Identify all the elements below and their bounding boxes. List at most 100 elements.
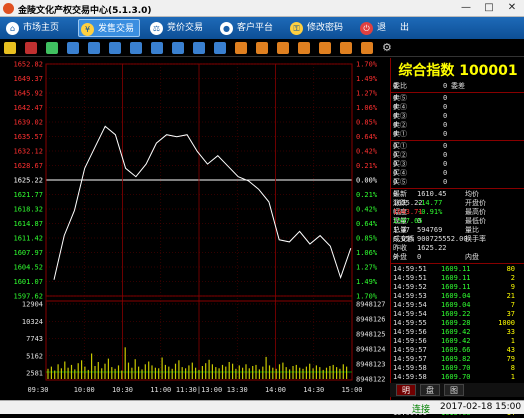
trade-time: 14:59:54: [393, 301, 427, 309]
trade-row: 14:59:54 1609.04 7: [393, 301, 523, 310]
order-value2: 0: [393, 82, 398, 90]
doc2-icon[interactable]: [235, 42, 247, 54]
doc5-icon[interactable]: [298, 42, 310, 54]
price-tick-right: 1.70%: [356, 293, 378, 301]
price-tick-right: 1.06%: [356, 104, 378, 112]
b-key-icon[interactable]: [193, 42, 205, 54]
quote-value: 1625.22: [417, 244, 447, 252]
order-row: 买④ 0 0: [393, 169, 523, 178]
menu-label: 退: [377, 23, 387, 33]
order-row: 卖② 0 0: [393, 121, 523, 130]
price-tick-right: 1.06%: [356, 249, 378, 257]
trade-volume: 8: [510, 364, 515, 372]
doc4-icon[interactable]: [277, 42, 289, 54]
trade-row: 14:59:53 1609.04 21: [393, 292, 523, 301]
price-tick-left: 1601.07: [13, 278, 43, 286]
price-tick-left: 1642.47: [13, 104, 43, 112]
line-chart-icon[interactable]: [25, 42, 37, 54]
trade-time: 14:59:57: [393, 346, 427, 354]
quote-row: 最新 1610.45 均价 0: [393, 190, 523, 199]
intraday-chart[interactable]: 1652.82 1.70% 1649.37 1.49% 1645.92 1.27% 1642…: [0, 58, 390, 400]
table-icon[interactable]: [109, 42, 121, 54]
doc8-icon[interactable]: [361, 42, 373, 54]
price-tick-left: 1621.77: [13, 191, 43, 199]
tab-detail[interactable]: 明: [396, 384, 416, 396]
order-value: 0: [443, 94, 448, 102]
doc3-icon[interactable]: [256, 42, 268, 54]
app-icon: [3, 3, 14, 14]
trade-volume: 43: [506, 346, 515, 354]
volume-tick-left: 10324: [22, 318, 43, 326]
bar-chart-icon[interactable]: [4, 42, 16, 54]
window-title: 金陵文化产权交易中心(5.1.3.0): [18, 6, 152, 16]
price-tick-right: 0.64%: [356, 220, 378, 228]
gear-icon[interactable]: ⚙: [382, 42, 394, 54]
price-line: [53, 125, 352, 280]
price-tick-left: 1632.12: [13, 148, 43, 156]
order-value2: 0: [393, 103, 398, 111]
menu-issue-trade[interactable]: ¥ 发售交易: [78, 19, 140, 37]
trade-time: 14:59:56: [393, 328, 427, 336]
price-tick-left: 1614.87: [13, 220, 43, 228]
volume-tick-right: 8948127: [356, 301, 386, 309]
order-value: 0: [443, 169, 448, 177]
key-icon: ⚿: [290, 22, 303, 35]
quote-label2: 均价: [465, 190, 479, 198]
volume-tick-right: 8948123: [356, 361, 386, 369]
doc7-icon[interactable]: [340, 42, 352, 54]
tab-chart[interactable]: 图: [444, 384, 464, 396]
page-icon[interactable]: [130, 42, 142, 54]
price-tick-right: 1.70%: [356, 61, 378, 69]
trade-price: 1609.04: [441, 301, 471, 309]
price-tick-left: 1649.37: [13, 75, 43, 83]
price-tick-left: 1618.32: [13, 206, 43, 214]
menu-label: 发售交易: [98, 24, 135, 34]
trade-price: 1609.66: [441, 346, 471, 354]
trade-volume: 2: [510, 274, 515, 282]
trade-time: 14:59:55: [393, 319, 427, 327]
arrows-icon[interactable]: [46, 42, 58, 54]
price-tick-left: 1607.97: [13, 249, 43, 257]
trade-row: 14:59:56 1609.42 33: [393, 328, 523, 337]
minimize-button[interactable]: —: [455, 1, 477, 15]
trade-row: 14:59:57 1609.66 43: [393, 346, 523, 355]
price-tick-right: 1.49%: [356, 278, 378, 286]
list-icon[interactable]: [67, 42, 79, 54]
maximize-button[interactable]: □: [478, 1, 500, 15]
price-tick-right: 1.27%: [356, 264, 378, 272]
order-row: 卖① 0 0: [393, 130, 523, 139]
volume-tick-left: 5162: [26, 352, 43, 360]
trade-row: 14:59:54 1609.22 37: [393, 310, 523, 319]
auction-icon: ⚖: [150, 22, 163, 35]
close-button[interactable]: ✕: [501, 1, 523, 15]
f-key-icon[interactable]: [172, 42, 184, 54]
tab-orderbook[interactable]: 盘: [420, 384, 440, 396]
menu-client-platform[interactable]: ● 客户平台: [218, 19, 280, 37]
menu-label: 市场主页: [23, 23, 60, 33]
menu-label: 出: [400, 23, 410, 33]
menu-exit[interactable]: ⏻ 退: [358, 19, 398, 37]
menu-change-password[interactable]: ⚿ 修改密码: [288, 19, 350, 37]
order-value2: 0: [393, 142, 398, 150]
trade-time: 14:59:57: [393, 355, 427, 363]
volume-tick-left: 2581: [26, 370, 43, 378]
order-value2: 0: [393, 112, 398, 120]
order-value2: 0: [393, 178, 398, 186]
e-key-icon[interactable]: [214, 42, 226, 54]
quote-row: 外盘 0 内盘 0: [393, 253, 523, 262]
quote-value2: 1597.65: [393, 217, 423, 225]
quote-label2: 内盘: [465, 253, 479, 261]
doc6-icon[interactable]: [319, 42, 331, 54]
price-tick-right: 0.21%: [356, 162, 378, 170]
trade-time: 14:59:51: [393, 274, 427, 282]
menu-market-home[interactable]: ⌂ 市场主页: [4, 19, 72, 37]
order-value2: 0: [393, 151, 398, 159]
grid-icon[interactable]: [88, 42, 100, 54]
quote-value2: 1625.22: [393, 199, 423, 207]
menu-exit-2[interactable]: 出: [396, 19, 426, 37]
doc-icon[interactable]: [151, 42, 163, 54]
order-row: 买① 0 0: [393, 142, 523, 151]
menu-auction-trade[interactable]: ⚖ 竞价交易: [148, 19, 210, 37]
order-value: 0: [443, 121, 448, 129]
quote-value: 594769: [417, 226, 443, 234]
